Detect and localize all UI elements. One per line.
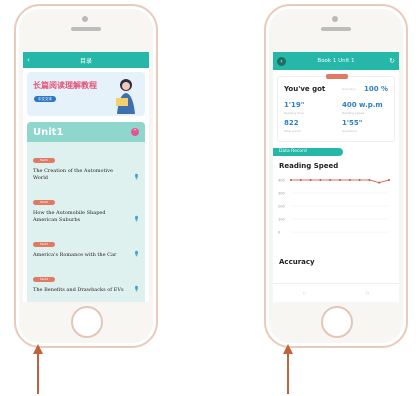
lesson-tag: Text3 <box>33 242 55 247</box>
arrowhead-left <box>33 344 43 354</box>
lesson-item[interactable]: Text1 The Creation of the Automotive Worl… <box>27 142 145 184</box>
left-header-title: 目录 <box>79 57 92 65</box>
home-button[interactable] <box>71 306 103 338</box>
wpm-label: Reading speed <box>342 111 365 115</box>
unit-number: Unit1 <box>33 126 64 138</box>
back-icon[interactable]: ‹ <box>277 56 286 66</box>
banner-title: 长篇阅读理解教程 <box>33 81 97 90</box>
speed-point <box>368 179 371 181</box>
reader-illustration-icon <box>116 79 135 114</box>
right-header-title: Book 1 Unit 1 <box>317 58 355 64</box>
lesson-title: America's Romance with the Car <box>33 252 117 258</box>
y-tick-label: 300 <box>278 192 285 196</box>
pointer-arrow-left <box>37 354 39 394</box>
reading-time-value: 1'19" <box>284 101 305 109</box>
audio-icon[interactable] <box>133 215 140 222</box>
speed-point <box>358 179 361 181</box>
banner-badge: 中文文本 <box>34 96 56 102</box>
lesson-tag: Text4 <box>33 277 55 282</box>
y-tick-label: 100 <box>278 218 285 222</box>
wpm-value: 400 w.p.m <box>342 101 383 109</box>
total-words-value: 822 <box>284 119 299 127</box>
speed-point <box>319 179 322 181</box>
speed-point <box>388 179 390 181</box>
refresh-icon[interactable]: ↻ <box>389 57 395 65</box>
bottom-nav: ▢ ◯ <box>273 283 399 302</box>
total-words-label: Total words <box>284 129 301 133</box>
lesson-title: The Creation of the Automotive World <box>33 168 113 181</box>
right-header: ‹ Book 1 Unit 1 ↻ <box>273 52 399 70</box>
y-tick-label: 400 <box>278 179 285 183</box>
you-got-label: You've got <box>284 85 326 93</box>
time2-label: Questions <box>342 129 357 133</box>
back-icon[interactable]: ‹ <box>27 56 30 64</box>
lesson-item[interactable]: Text5The Automobile Shapes the City <box>27 296 145 302</box>
speed-point <box>348 179 351 181</box>
stats-tag <box>326 74 348 79</box>
lesson-tag: Text2 <box>33 200 55 205</box>
left-screen: ‹ 目录 长篇阅读理解教程 中文文本 Unit1 ^ Text1 The Crea… <box>23 52 149 302</box>
nav-item-profile[interactable]: ◯ <box>366 291 369 295</box>
unit-panel: Unit1 ^ Text1 The Creation of the Automot… <box>27 122 145 302</box>
audio-icon[interactable] <box>133 285 140 292</box>
left-phone: ‹ 目录 长篇阅读理解教程 中文文本 Unit1 ^ Text1 The Crea… <box>14 4 158 348</box>
right-screen: ‹ Book 1 Unit 1 ↻ You've got Accuracy 10… <box>273 52 399 302</box>
y-tick-label: 200 <box>278 205 285 209</box>
reading-time-label: Reading time <box>284 111 304 115</box>
speed-point <box>290 179 292 181</box>
lesson-title: How the Automobile Shaped American Subur… <box>33 210 106 223</box>
camera-dot <box>332 16 338 22</box>
stats-card: You've got Accuracy 100 % 1'19" Reading … <box>277 74 395 142</box>
time2-value: 1'55" <box>342 119 363 127</box>
reading-speed-title: Reading Speed <box>279 162 339 170</box>
lesson-tag: Text1 <box>33 158 55 163</box>
lesson-item[interactable]: Text4 The Benefits and Drawbacks of EVs <box>27 261 145 296</box>
accuracy-title: Accuracy <box>279 258 315 266</box>
course-banner[interactable]: 长篇阅读理解教程 中文文本 <box>27 72 145 116</box>
lesson-list: Text1 The Creation of the Automotive Worl… <box>27 142 145 302</box>
camera-dot <box>82 16 88 22</box>
accuracy-value: 100 % <box>364 85 389 93</box>
speaker <box>321 27 351 31</box>
nav-item-home[interactable]: ▢ <box>303 291 306 295</box>
y-tick-label: 0 <box>278 231 280 235</box>
unit-header[interactable]: Unit1 ^ <box>27 122 145 142</box>
home-button[interactable] <box>321 306 353 338</box>
speed-point <box>329 179 332 181</box>
lesson-item[interactable]: Text2 How the Automobile Shaped American … <box>27 184 145 226</box>
lesson-item[interactable]: Text3 America's Romance with the Car <box>27 226 145 261</box>
speaker <box>71 27 101 31</box>
audio-icon[interactable] <box>133 250 140 257</box>
speed-point <box>378 181 381 184</box>
arrowhead-right <box>283 344 293 354</box>
left-header: ‹ 目录 <box>23 52 149 68</box>
lesson-title: The Benefits and Drawbacks of EVs <box>33 287 124 293</box>
accuracy-label: Accuracy <box>342 87 356 91</box>
audio-icon[interactable] <box>133 173 140 180</box>
speed-point <box>309 179 312 181</box>
reading-speed-chart: 400 300 200 100 0 <box>278 179 390 235</box>
right-phone: ‹ Book 1 Unit 1 ↻ You've got Accuracy 10… <box>264 4 408 348</box>
chevron-up-icon[interactable]: ^ <box>131 128 139 136</box>
speed-point <box>299 179 302 181</box>
data-record-tab[interactable]: Data Record <box>273 148 343 156</box>
speed-point <box>339 179 341 181</box>
pointer-arrow-right <box>287 354 289 394</box>
